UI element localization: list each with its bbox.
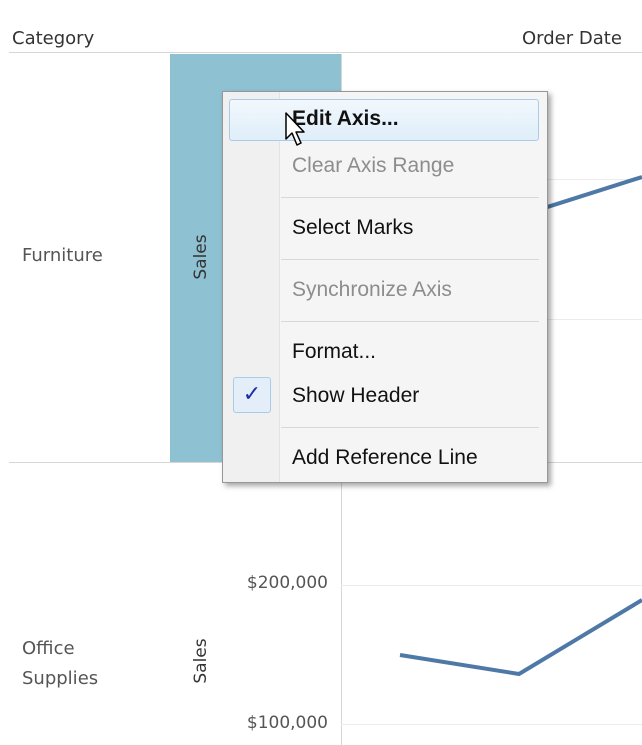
menu-icon-gutter	[223, 92, 280, 482]
menu-item-clear-axis-range[interactable]: Clear Axis Range	[292, 154, 454, 178]
menu-item-synchronize-axis[interactable]: Synchronize Axis	[292, 278, 452, 302]
checkmark-icon: ✓	[233, 377, 271, 413]
menu-item-select-marks[interactable]: Select Marks	[292, 216, 413, 240]
axis-context-menu: Edit Axis... Clear Axis Range Select Mar…	[222, 91, 548, 483]
menu-separator	[281, 259, 539, 260]
office-supplies-sales-line	[399, 598, 642, 677]
menu-separator	[281, 197, 539, 198]
menu-item-show-header[interactable]: Show Header	[292, 384, 419, 408]
menu-item-format[interactable]: Format...	[292, 340, 376, 364]
menu-item-add-reference-line[interactable]: Add Reference Line	[292, 446, 478, 470]
mouse-pointer-icon	[285, 112, 305, 146]
menu-separator	[281, 427, 539, 428]
menu-separator	[281, 321, 539, 322]
